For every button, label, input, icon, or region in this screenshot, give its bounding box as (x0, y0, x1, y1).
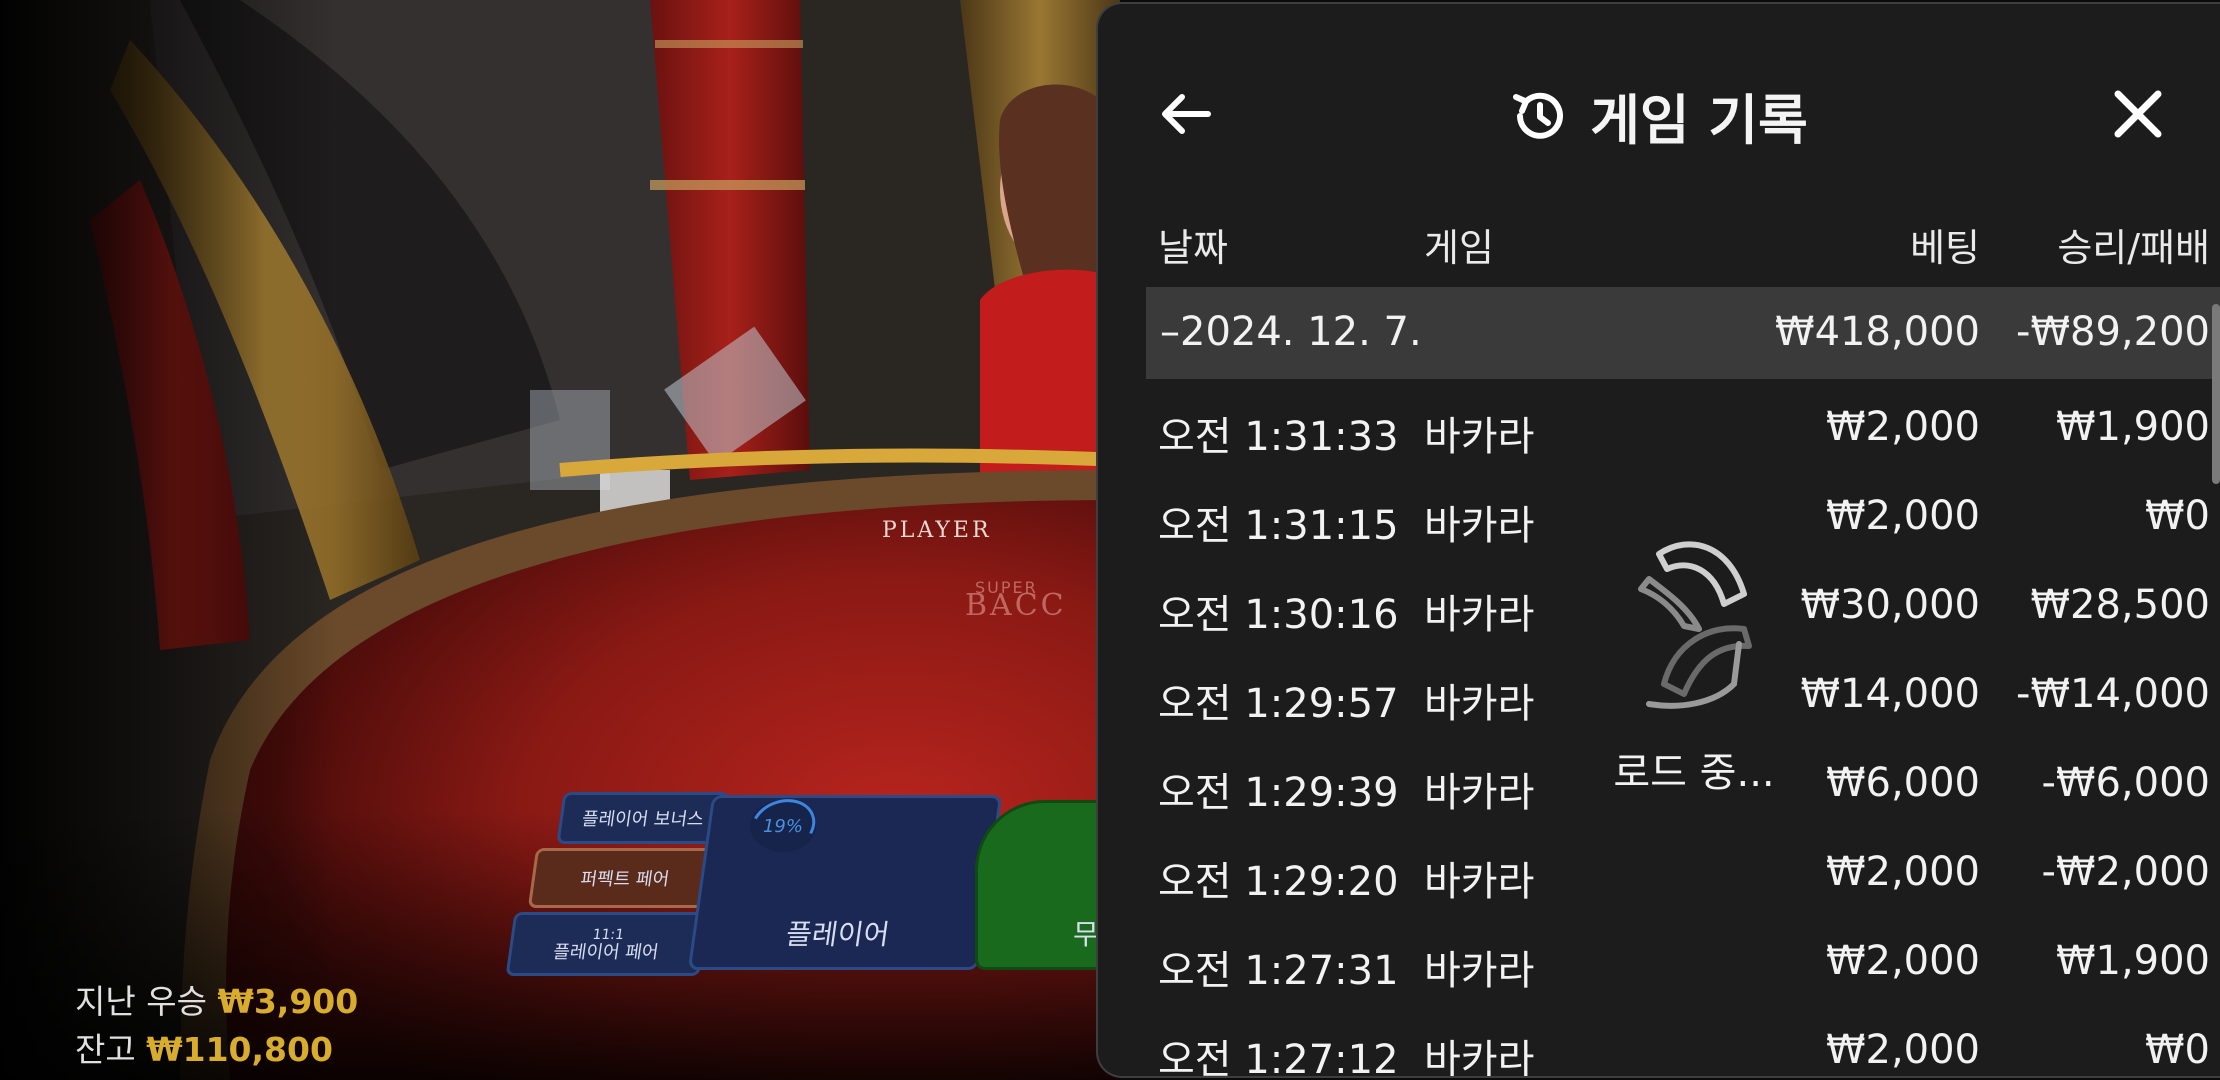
row-time: 오전 1:29:57 (1158, 681, 1399, 727)
row-bet: ₩30,000 (1800, 582, 1980, 628)
last-win-line: 지난 우승 ₩3,900 (75, 978, 358, 1026)
history-icon (1513, 92, 1564, 139)
panel-header: 게임 기록 (1098, 76, 2220, 155)
last-win-label: 지난 우승 (75, 982, 207, 1021)
row-game: 바카라 (1424, 948, 1535, 994)
column-header-game: 게임 (1424, 226, 1494, 270)
row-win-loss: ₩1,900 (2055, 938, 2210, 984)
tie-bet-label: 무 (1073, 918, 1099, 951)
table-row[interactable]: 오전 1:27:12 바카라 ₩2,000 ₩0 (1098, 1007, 2220, 1078)
last-win-value: ₩3,900 (217, 982, 359, 1021)
player-stats: 지난 우승 ₩3,900 잔고 ₩110,800 (75, 978, 358, 1074)
perfect-pair-label: 퍼펙트 페어 (579, 869, 671, 890)
loading-indicator: 로드 중... (1574, 534, 1814, 798)
table-row[interactable]: 오전 1:27:31 바카라 ₩2,000 ₩1,900 (1098, 918, 2220, 1007)
game-scene: PLAYER SUPER BACC 플레이어 보너스 퍼펙트 페어 11:1 플… (0, 0, 1120, 1080)
row-time: 오전 1:27:31 (1158, 948, 1399, 994)
row-time: 오전 1:31:15 (1158, 503, 1399, 549)
game-history-panel: 게임 기록 날짜 게임 베팅 승리/패배 –2024. 12. 7. ₩418,… (1096, 2, 2220, 1078)
row-game: 바카라 (1424, 770, 1535, 816)
table-row[interactable]: 오전 1:31:33 바카라 ₩2,000 ₩1,900 (1098, 384, 2220, 473)
row-win-loss: ₩28,500 (2030, 582, 2210, 628)
row-win-loss: ₩1,900 (2055, 404, 2210, 450)
loading-text: 로드 중... (1613, 750, 1775, 796)
row-win-loss: -₩14,000 (2016, 671, 2210, 717)
player-bet-spot[interactable]: 플레이어 (687, 795, 1003, 970)
row-win-loss: ₩0 (2145, 493, 2210, 539)
row-game: 바카라 (1424, 1037, 1535, 1078)
row-bet: ₩14,000 (1800, 671, 1980, 717)
row-bet: ₩2,000 (1825, 404, 1980, 450)
group-date: –2024. 12. 7. (1160, 309, 1422, 355)
panel-title: 게임 기록 (1590, 89, 1808, 152)
spinner-icon (1638, 541, 1752, 709)
row-bet: ₩2,000 (1825, 493, 1980, 539)
row-win-loss: -₩2,000 (2041, 849, 2211, 895)
row-game: 바카라 (1424, 592, 1535, 638)
row-game: 바카라 (1424, 503, 1535, 549)
close-button[interactable] (2108, 84, 2168, 144)
balance-label: 잔고 (75, 1030, 136, 1069)
row-time: 오전 1:27:12 (1158, 1037, 1399, 1078)
player-pair-bet-spot[interactable]: 11:1 플레이어 페어 (505, 912, 709, 976)
row-bet: ₩6,000 (1825, 760, 1980, 806)
player-bonus-label: 플레이어 보너스 (580, 809, 706, 830)
row-time: 오전 1:31:33 (1158, 414, 1399, 460)
row-time: 오전 1:29:39 (1158, 770, 1399, 816)
balance-line: 잔고 ₩110,800 (75, 1026, 358, 1074)
player-bonus-bet-spot[interactable]: 플레이어 보너스 (556, 792, 730, 844)
row-bet: ₩2,000 (1825, 1027, 1980, 1073)
row-time: 오전 1:29:20 (1158, 859, 1399, 905)
player-percentage: 19% (762, 815, 803, 837)
table-player-text: PLAYER (882, 518, 992, 543)
row-time: 오전 1:30:16 (1158, 592, 1399, 638)
group-win-loss-total: -₩89,200 (2016, 309, 2210, 355)
player-percentage-dial: 19% (750, 800, 816, 852)
column-header-date: 날짜 (1158, 226, 1228, 270)
perfect-pair-bet-spot[interactable]: 퍼펙트 페어 (527, 848, 723, 908)
player-pair-label: 플레이어 페어 (551, 942, 660, 963)
player-bet-label: 플레이어 (783, 918, 892, 951)
row-win-loss: -₩6,000 (2041, 760, 2211, 806)
history-scrollbar[interactable] (2212, 304, 2220, 484)
table-row[interactable]: 오전 1:29:20 바카라 ₩2,000 -₩2,000 (1098, 829, 2220, 918)
row-game: 바카라 (1424, 681, 1535, 727)
column-header-win-loss: 승리/패배 (2057, 226, 2210, 270)
table-logo: BACC (965, 588, 1067, 623)
date-group-row[interactable]: –2024. 12. 7. ₩418,000 -₩89,200 (1146, 287, 2220, 379)
row-bet: ₩2,000 (1825, 938, 1980, 984)
row-bet: ₩2,000 (1825, 849, 1980, 895)
close-icon (2114, 90, 2162, 138)
row-game: 바카라 (1424, 414, 1535, 460)
row-win-loss: ₩0 (2145, 1027, 2210, 1073)
group-bet-total: ₩418,000 (1775, 309, 1980, 355)
row-game: 바카라 (1424, 859, 1535, 905)
column-header-bet: 베팅 (1910, 226, 1980, 270)
balance-value: ₩110,800 (146, 1030, 333, 1069)
